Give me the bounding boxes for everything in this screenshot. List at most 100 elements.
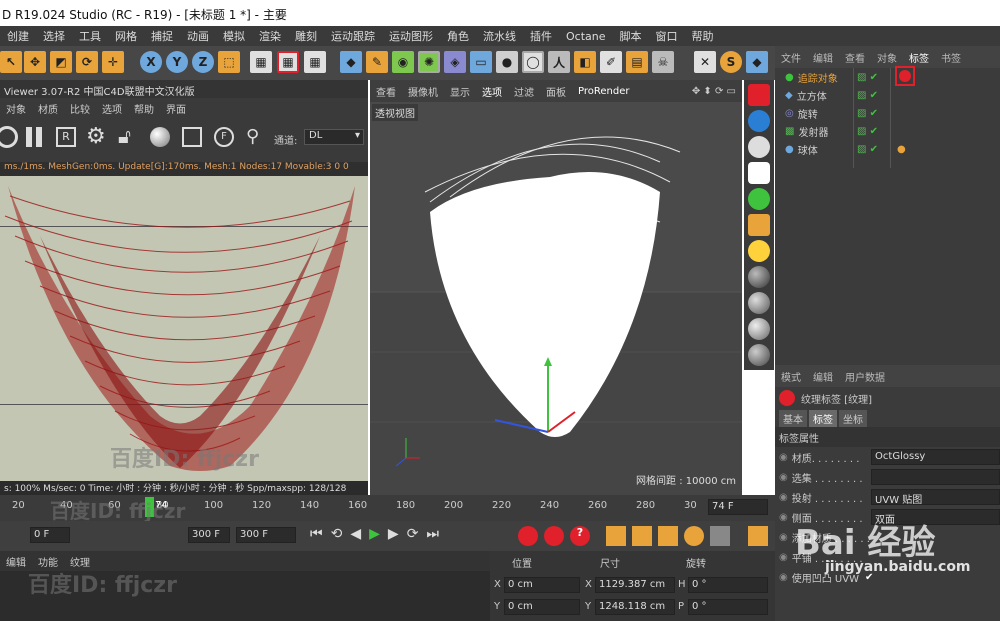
om-menu-objects[interactable]: 对象 <box>871 50 903 65</box>
tab-basic[interactable]: 基本 <box>779 409 807 427</box>
start-frame-field[interactable]: 0 F <box>30 527 70 543</box>
channel-select[interactable]: DL ▾ <box>304 129 364 145</box>
om-menu-tags[interactable]: 标签 <box>903 50 935 65</box>
render-settings-icon[interactable]: ▦ <box>304 51 326 73</box>
x-axis-lock-icon[interactable]: X <box>140 51 162 73</box>
keyframe-selection-icon[interactable]: ? <box>570 526 590 546</box>
subdivision-icon[interactable]: ◉ <box>392 51 414 73</box>
timeline-ruler[interactable]: 20 40 60 80 100 120 140 160 180 200 220 … <box>0 495 775 523</box>
radio-icon[interactable]: ◉ <box>779 512 788 523</box>
object-row-emitter[interactable]: ▩ 发射器 ▨ ✔ <box>775 122 1000 140</box>
floor-icon[interactable]: ▭ <box>470 51 492 73</box>
rotation-h-field[interactable]: 0 ° <box>688 577 768 593</box>
material-ball-2-icon[interactable] <box>748 292 770 314</box>
viewer-menu-materials[interactable]: 材质 <box>32 101 64 116</box>
attr-menu-edit[interactable]: 编辑 <box>807 369 839 384</box>
clay-mode-icon[interactable] <box>182 127 202 147</box>
render-picture-viewer-icon[interactable]: ▦ <box>277 51 299 73</box>
octane-camera-icon[interactable] <box>748 84 770 106</box>
menu-script[interactable]: 脚本 <box>613 28 649 44</box>
material-field[interactable]: OctGlossy <box>871 449 1000 465</box>
prev-frame-icon[interactable]: ◀ <box>350 526 369 542</box>
go-to-start-icon[interactable]: ⏮ <box>310 526 331 542</box>
menu-motion-tracking[interactable]: 运动跟踪 <box>324 28 382 44</box>
attr-menu-userdata[interactable]: 用户数据 <box>839 369 891 384</box>
menu-sculpt[interactable]: 雕刻 <box>288 28 324 44</box>
timeline-window-icon[interactable] <box>748 526 768 546</box>
rotate-tool-icon[interactable]: ⟳ <box>76 51 98 73</box>
select-tool-icon[interactable]: ↖ <box>0 51 22 73</box>
tab-tag[interactable]: 标签 <box>809 409 837 427</box>
visibility-check-icon[interactable]: ▨ ✔ <box>857 144 878 155</box>
om-menu-bookmarks[interactable]: 书签 <box>935 50 967 65</box>
next-key-icon[interactable]: ⟳ <box>407 526 427 542</box>
z-axis-lock-icon[interactable]: Z <box>192 51 214 73</box>
focus-picker-icon[interactable]: F <box>214 127 234 147</box>
menu-pipeline[interactable]: 流水线 <box>476 28 523 44</box>
camera-icon[interactable]: ● <box>496 51 518 73</box>
snap-icon[interactable]: ✕ <box>694 51 716 73</box>
rotation-p-field[interactable]: 0 ° <box>688 599 768 615</box>
figure-icon[interactable]: ☠ <box>652 51 674 73</box>
viewport-menu-panel[interactable]: 面板 <box>540 84 572 99</box>
viewport-menu-filter[interactable]: 过滤 <box>508 84 540 99</box>
script-s-icon[interactable]: S <box>720 51 742 73</box>
menu-window[interactable]: 窗口 <box>649 28 685 44</box>
coordinate-system-icon[interactable]: ⬚ <box>218 51 240 73</box>
layer-icon[interactable]: ◆ <box>746 51 768 73</box>
deformer-icon[interactable]: ◈ <box>444 51 466 73</box>
radio-icon[interactable]: ◉ <box>779 492 788 503</box>
menu-snap[interactable]: 捕捉 <box>144 28 180 44</box>
menu-select[interactable]: 选择 <box>36 28 72 44</box>
cube-primitive-icon[interactable]: ◆ <box>340 51 362 73</box>
radio-icon[interactable]: ◉ <box>779 532 788 543</box>
auto-keyframe-icon[interactable] <box>544 526 564 546</box>
viewer-menu-compare[interactable]: 比较 <box>64 101 96 116</box>
position-x-field[interactable]: 0 cm <box>504 577 580 593</box>
menu-mograph[interactable]: 运动图形 <box>382 28 440 44</box>
om-menu-edit[interactable]: 编辑 <box>807 50 839 65</box>
texture-tag-icon[interactable] <box>899 70 911 82</box>
y-axis-lock-icon[interactable]: Y <box>166 51 188 73</box>
menu-character[interactable]: 角色 <box>440 28 476 44</box>
menu-simulate[interactable]: 模拟 <box>216 28 252 44</box>
tab-coordinates[interactable]: 坐标 <box>839 409 867 427</box>
key-position-icon[interactable] <box>606 526 626 546</box>
octane-area-light-icon[interactable] <box>748 162 770 184</box>
selection-field[interactable] <box>871 469 1000 485</box>
octane-hdri-icon[interactable] <box>748 136 770 158</box>
sketch-icon[interactable]: ✐ <box>600 51 622 73</box>
pause-icon[interactable] <box>26 127 32 147</box>
radio-icon[interactable]: ◉ <box>779 452 788 463</box>
viewer-menu-options[interactable]: 选项 <box>96 101 128 116</box>
object-row-rotate[interactable]: ◎ 旋转 ▨ ✔ <box>775 104 1000 122</box>
next-frame-icon[interactable]: ▶ <box>388 526 407 542</box>
material-ball-icon[interactable] <box>150 127 170 147</box>
pick-location-icon[interactable]: ⚲ <box>246 126 259 147</box>
material-ball-1-icon[interactable] <box>748 266 770 288</box>
move-tool-icon[interactable]: ✥ <box>24 51 46 73</box>
array-icon[interactable]: ✺ <box>418 51 440 73</box>
viewer-menu-objects[interactable]: 对象 <box>0 101 32 116</box>
radio-icon[interactable]: ◉ <box>779 552 788 563</box>
om-menu-view[interactable]: 查看 <box>839 50 871 65</box>
viewport-nav-icon[interactable]: ✥ ⬍ ⟳ ▭ <box>686 86 742 97</box>
lock-icon[interactable]: 🔓︎ <box>118 124 131 148</box>
menu-render[interactable]: 渲染 <box>252 28 288 44</box>
material-ball-3-icon[interactable] <box>748 318 770 340</box>
preview-end-field[interactable]: 300 F <box>236 527 296 543</box>
object-row-cube[interactable]: ◆ 立方体 ▨ ✔ <box>775 86 1000 104</box>
key-rotation-icon[interactable] <box>658 526 678 546</box>
pen-spline-icon[interactable]: ✎ <box>366 51 388 73</box>
light-icon[interactable]: ◯ <box>522 51 544 73</box>
material-ball-4-icon[interactable] <box>748 344 770 366</box>
character-icon[interactable]: 人 <box>548 51 570 73</box>
viewport-menu-options[interactable]: 选项 <box>476 84 508 99</box>
key-parameter-icon[interactable] <box>684 526 704 546</box>
visibility-check-icon[interactable]: ▨ ✔ <box>857 90 878 101</box>
menu-octane[interactable]: Octane <box>559 30 613 43</box>
region-render-icon[interactable]: R <box>56 127 76 147</box>
material-tag-icon[interactable]: ● <box>897 144 906 155</box>
visibility-check-icon[interactable]: ▨ ✔ <box>857 108 878 119</box>
menu-animate[interactable]: 动画 <box>180 28 216 44</box>
